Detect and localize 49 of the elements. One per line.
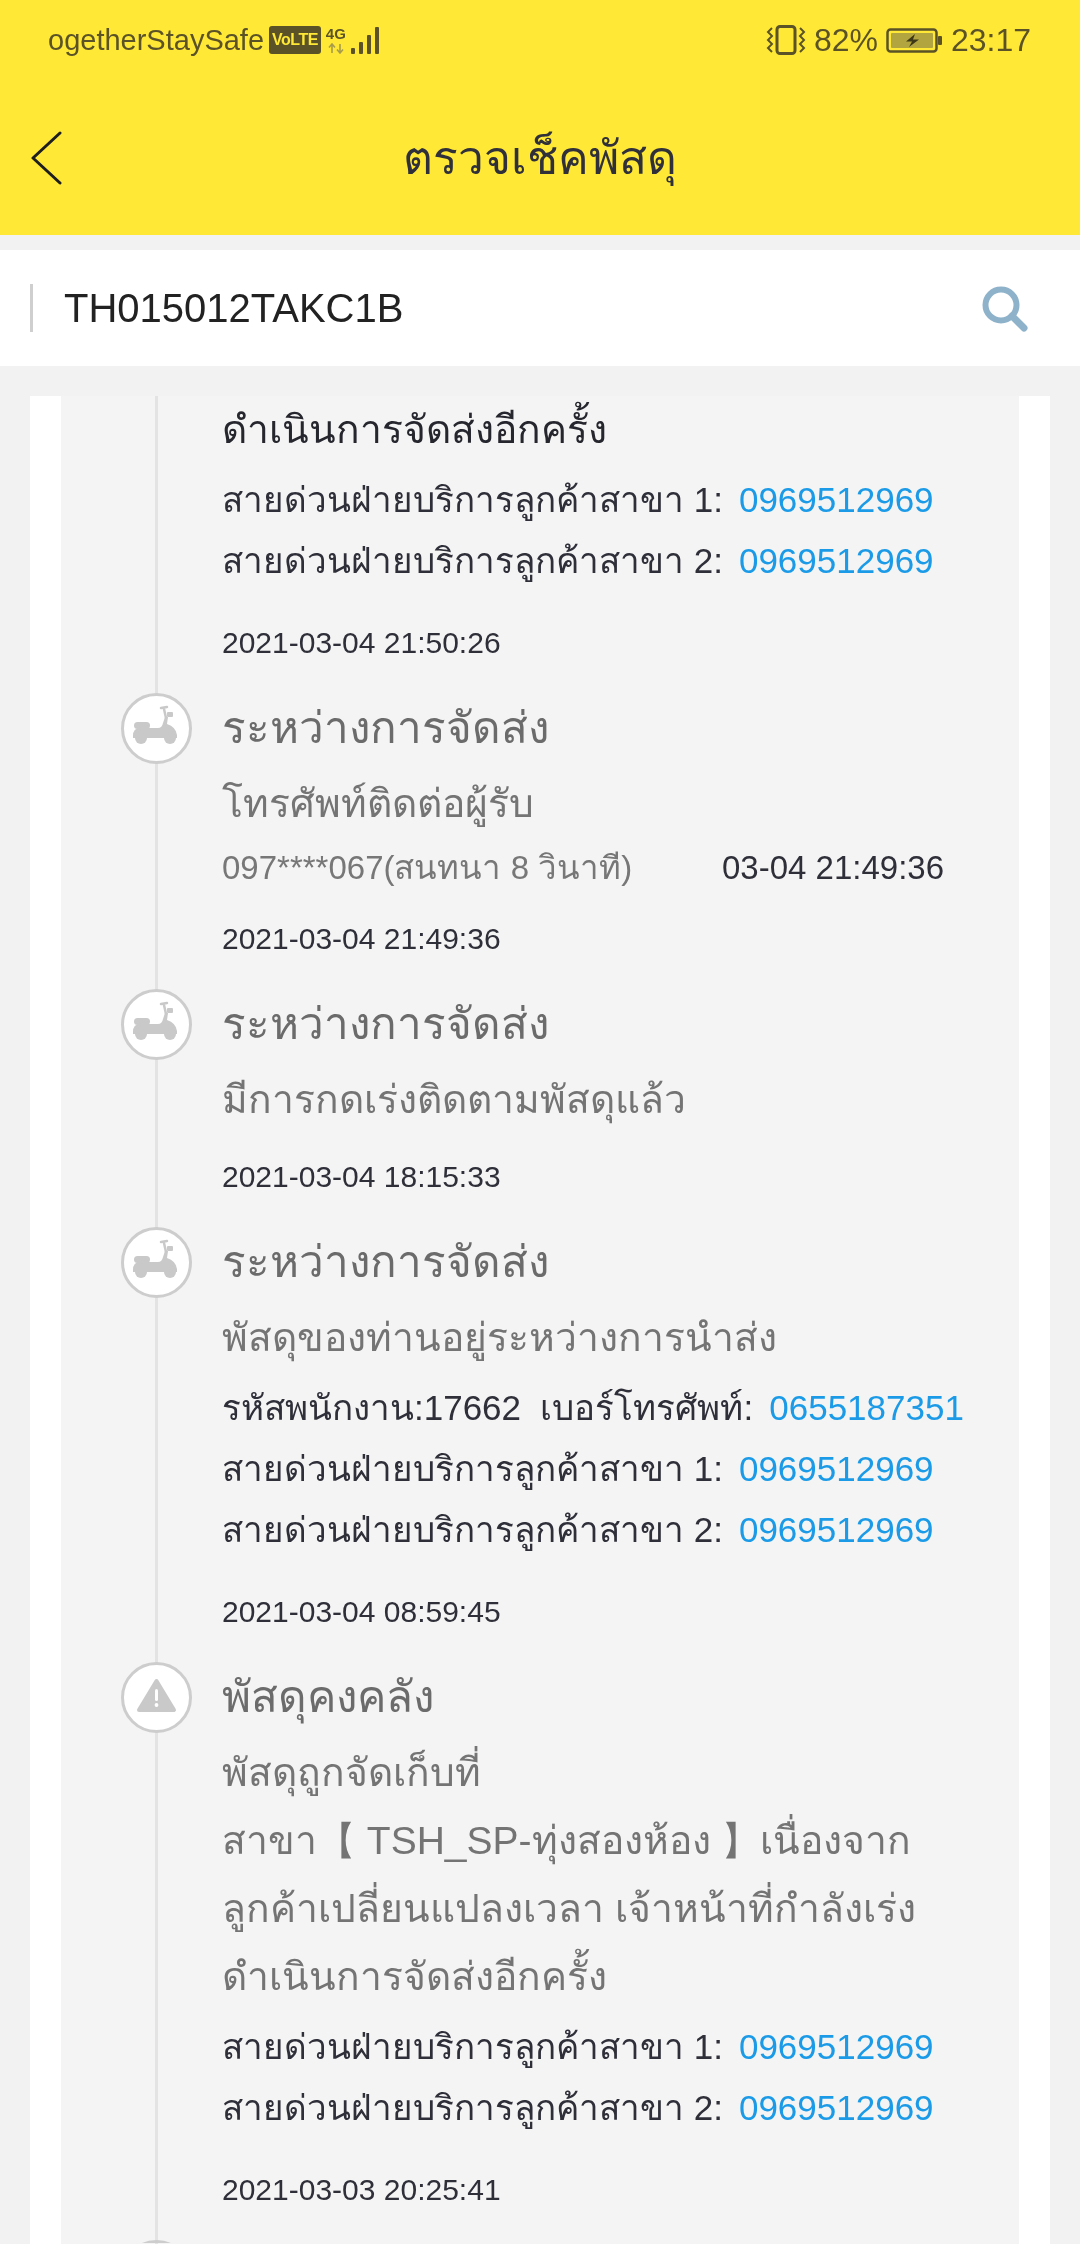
phone-link[interactable]: 0969512969 <box>738 469 934 530</box>
phone-link[interactable]: 0969512969 <box>738 2077 934 2138</box>
event-time: 2021-03-04 21:50:26 <box>222 625 502 661</box>
status-title: ระหว่างการจัดส่ง <box>222 702 549 755</box>
contact-label: สายด่วนฝ่ายบริการลูกค้าสาขา 1: <box>222 1448 723 1492</box>
scooter-icon <box>121 989 192 1060</box>
phone-link[interactable]: 0969512969 <box>738 2016 934 2077</box>
search-field[interactable]: TH015012TAKC1B <box>0 250 1080 366</box>
signal-icon <box>350 26 381 54</box>
network-type: 4G <box>325 26 346 41</box>
phone-link[interactable]: 0969512969 <box>738 1499 934 1560</box>
contact-label: สายด่วนฝ่ายบริการลูกค้าสาขา 2: <box>222 2087 723 2131</box>
event-time: 2021-03-04 21:49:36 <box>222 921 502 957</box>
carrier-name: ogetherStaySafe <box>48 25 265 55</box>
data-arrows-icon <box>327 42 344 54</box>
search-input[interactable]: TH015012TAKC1B <box>64 278 961 338</box>
contact-label: สายด่วนฝ่ายบริการลูกค้าสาขา 2: <box>222 1509 723 1553</box>
vibrate-icon <box>765 25 806 55</box>
event-time: 2021-03-04 18:15:33 <box>222 1159 502 1195</box>
contact-label: รหัสพนักงาน:17662 เบอร์โทรศัพท์: <box>222 1387 754 1429</box>
status-title: พัสดุคงคลัง <box>222 1671 434 1724</box>
event-time: 2021-03-03 20:25:41 <box>222 2172 502 2208</box>
status-description: พัสดุถูกจัดเก็บที่ สาขา【 TSH_SP-ทุ่งสองห้อง 】เนื่องจาก ลูกค้าเปลี่ยนแปลงเวลา เจ้าหน้าที่กำลังเร่ง ดำเนินการจัดส่งอีกครั้ง <box>222 1739 1019 2011</box>
battery-percent: 82% <box>813 24 878 56</box>
clock-time: 23:17 <box>950 24 1031 56</box>
volte-badge: VoLTE <box>269 26 321 54</box>
phone-link[interactable]: 0969512969 <box>738 1438 934 1499</box>
chevron-left-icon <box>30 130 63 185</box>
contact-label: สายด่วนฝ่ายบริการลูกค้าสาขา 1: <box>222 479 723 523</box>
scooter-icon <box>121 1227 192 1298</box>
phone-link[interactable]: 0969512969 <box>738 530 934 591</box>
status-description: พัสดุของท่านอยู่ระหว่างการนำส่ง <box>222 1304 1019 1372</box>
battery-charging-icon <box>885 27 943 53</box>
warning-icon <box>121 1662 192 1733</box>
event-time: 2021-03-04 08:59:45 <box>222 1594 502 1630</box>
status-description: ดำเนินการจัดส่งอีกครั้ง <box>222 396 1019 464</box>
call-record: 097****067(สนทนา 8 วินาที) <box>222 848 634 888</box>
search-icon <box>981 284 1028 332</box>
contact-label: สายด่วนฝ่ายบริการลูกค้าสาขา 1: <box>222 2026 723 2070</box>
call-time: 03-04 21:49:36 <box>722 848 946 888</box>
status-description: มีการกดเร่งติดตามพัสดุแล้ว <box>222 1066 1019 1134</box>
back-button[interactable] <box>30 130 63 185</box>
phone-link[interactable]: 0655187351 <box>769 1377 964 1438</box>
status-title: ระหว่างการจัดส่ง <box>222 1236 549 1289</box>
contact-label: สายด่วนฝ่ายบริการลูกค้าสาขา 2: <box>222 540 723 584</box>
scooter-icon <box>121 693 192 764</box>
page-title: ตรวจเช็คพัสดุ <box>402 130 678 188</box>
status-title: ระหว่างการจัดส่ง <box>222 998 549 1051</box>
status-description: โทรศัพท์ติดต่อผู้รับ <box>222 781 535 829</box>
